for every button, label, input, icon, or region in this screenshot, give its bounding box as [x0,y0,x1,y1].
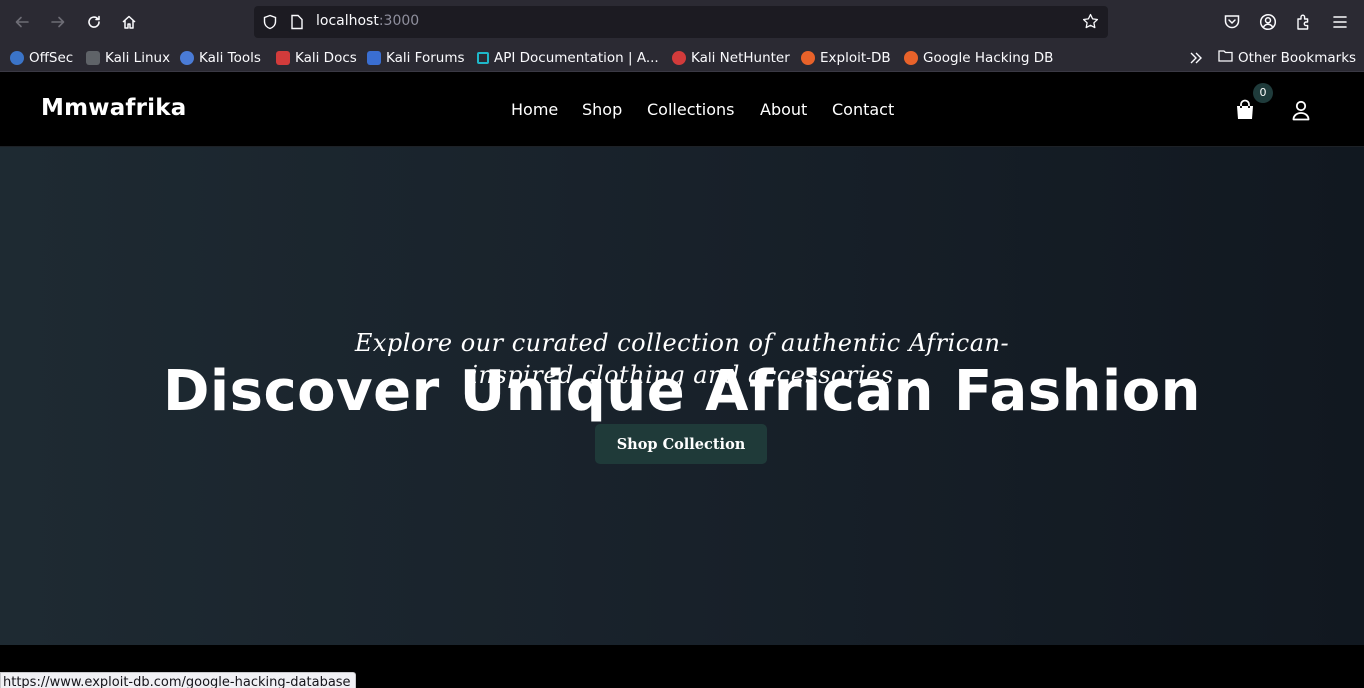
offsec-icon [10,51,24,65]
url-port: :3000 [378,13,420,29]
site-header: Mmwafrika Home Shop Collections About Co… [0,73,1364,147]
pocket-icon[interactable] [1223,13,1241,35]
bookmark-exploit-db[interactable]: Exploit-DB [801,49,891,67]
bookmark-label: Exploit-DB [820,50,891,66]
user-icon[interactable] [1290,99,1312,125]
bookmark-api-docs[interactable]: API Documentation | A... [477,49,659,67]
bookmark-label: Kali Linux [105,50,171,66]
bookmark-kali-nethunter[interactable]: Kali NetHunter [672,49,790,67]
nav-contact[interactable]: Contact [832,100,894,119]
chevron-overflow-icon[interactable] [1188,50,1204,70]
bookmark-kali-tools[interactable]: Kali Tools [180,49,261,67]
bookmark-kali-linux[interactable]: Kali Linux [86,49,170,67]
url-text[interactable]: localhost:3000 [316,13,419,29]
bookmark-label: Kali Docs [295,50,357,66]
url-bar[interactable]: localhost:3000 [254,6,1108,38]
nav-home[interactable]: Home [511,100,558,119]
cart-count-badge: 0 [1253,83,1273,103]
forward-icon[interactable] [46,10,70,34]
bookmark-label: Kali Forums [386,50,465,66]
exploit-db-icon [801,51,815,65]
home-icon[interactable] [117,10,141,34]
folder-icon [1218,49,1233,67]
bookmark-label: Kali NetHunter [691,50,790,66]
bookmark-ghdb[interactable]: Google Hacking DB [904,49,1053,67]
status-bar-url: https://www.exploit-db.com/google-hackin… [0,672,356,688]
shop-collection-button[interactable]: Shop Collection [595,424,767,464]
reload-icon[interactable] [82,10,106,34]
bookmark-kali-docs[interactable]: Kali Docs [276,49,357,67]
bookmark-label: Kali Tools [199,50,261,66]
url-host: localhost [316,13,379,29]
kali-dragon-icon [86,51,100,65]
menu-icon[interactable] [1332,14,1348,34]
brand-logo[interactable]: Mmwafrika [41,95,186,121]
bookmark-label: API Documentation | A... [494,50,659,66]
nav-collections[interactable]: Collections [647,100,734,119]
shield-icon[interactable] [262,14,278,34]
back-icon[interactable] [10,10,34,34]
nav-shop[interactable]: Shop [582,100,622,119]
bookmark-label: OffSec [29,50,74,66]
cart-icon[interactable] [1234,99,1256,125]
api-docs-icon [477,52,489,64]
bookmark-kali-forums[interactable]: Kali Forums [367,49,465,67]
other-bookmarks[interactable]: Other Bookmarks [1218,49,1356,67]
kali-forums-icon [367,51,381,65]
nav-about[interactable]: About [760,100,807,119]
hero-section: Explore our curated collection of authen… [0,147,1364,645]
bookmarks-bar: OffSec Kali Linux Kali Tools Kali Docs K… [0,44,1364,72]
kali-tools-icon [180,51,194,65]
ghdb-icon [904,51,918,65]
star-icon[interactable] [1082,13,1099,34]
nethunter-icon [672,51,686,65]
page-icon [290,14,304,34]
other-bookmarks-label: Other Bookmarks [1238,50,1357,66]
browser-toolbar: localhost:3000 [0,0,1364,44]
extensions-icon[interactable] [1295,13,1313,35]
account-icon[interactable] [1259,13,1277,35]
kali-docs-icon [276,51,290,65]
bookmark-offsec[interactable]: OffSec [10,49,73,67]
hero-title: Discover Unique African Fashion [162,359,1202,424]
bookmark-label: Google Hacking DB [923,50,1054,66]
